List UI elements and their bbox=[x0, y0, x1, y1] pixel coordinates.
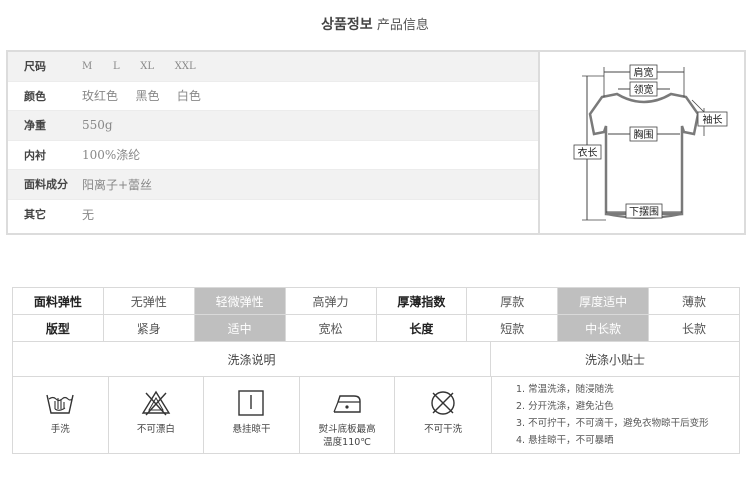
attr-option: 长款 bbox=[648, 314, 740, 342]
care-item-no-bleach: 不可漂白 bbox=[109, 377, 205, 453]
title-korean: 상품정보 bbox=[321, 17, 373, 33]
product-info-panel: 尺码 M L XL XXL 颜色 玫红色 黑色 白色 净重 550g 内衬 10… bbox=[6, 50, 746, 235]
size-diagram: 肩宽 领宽 袖长 胸围 衣长 下摆围 bbox=[542, 52, 744, 233]
info-key: 内衬 bbox=[24, 148, 46, 162]
attr-option-selected: 中长款 bbox=[557, 314, 650, 342]
attributes-row-elasticity: 面料弹性 无弹性 轻微弹性 高弹力 厚薄指数 厚款 厚度适中 薄款 bbox=[12, 287, 740, 315]
attr-option: 厚款 bbox=[466, 287, 559, 315]
info-row-other: 其它 无 bbox=[8, 200, 538, 230]
info-key: 净重 bbox=[24, 119, 46, 133]
wash-tip: 1. 常温洗涤，随浸随洗 bbox=[516, 384, 614, 395]
care-label: 不可漂白 bbox=[136, 424, 175, 435]
attr-option: 薄款 bbox=[648, 287, 740, 315]
care-item-hand-wash: 手洗 bbox=[13, 377, 109, 453]
care-label: 不可干洗 bbox=[424, 424, 463, 435]
attr-option-selected: 厚度适中 bbox=[557, 287, 650, 315]
attr-header-length: 长度 bbox=[375, 314, 468, 342]
info-row-weight: 净重 550g bbox=[8, 111, 538, 141]
iron-icon bbox=[333, 395, 361, 413]
no-bleach-icon bbox=[141, 390, 171, 416]
attr-header-fit: 版型 bbox=[12, 314, 104, 342]
wash-instructions-title: 洗涤说明 bbox=[13, 342, 491, 377]
care-item-no-dry-clean: 不可干洗 bbox=[395, 377, 491, 453]
info-row-lining: 内衬 100%涤纶 bbox=[8, 141, 538, 170]
attr-option-selected: 轻微弹性 bbox=[193, 287, 286, 315]
label-length: 衣长 bbox=[578, 146, 598, 159]
info-key: 其它 bbox=[24, 208, 46, 222]
attr-option: 高弹力 bbox=[284, 287, 377, 315]
no-dry-clean-icon bbox=[431, 391, 455, 415]
info-row-color: 颜色 玫红色 黑色 白色 bbox=[8, 82, 538, 111]
care-label: 熨斗底板最高 温度110℃ bbox=[300, 423, 395, 449]
label-chest: 胸围 bbox=[634, 128, 654, 141]
care-icons-row: 手洗 不可漂白 悬挂晾干 熨斗底板最高 温度110℃ 不可干洗 bbox=[13, 377, 491, 453]
panel-divider bbox=[538, 52, 540, 233]
care-item-hang-dry: 悬挂晾干 bbox=[204, 377, 300, 453]
info-key: 颜色 bbox=[24, 89, 46, 103]
attributes-table: 面料弹性 无弹性 轻微弹性 高弹力 厚薄指数 厚款 厚度适中 薄款 版型 紧身 … bbox=[12, 287, 740, 342]
hand-wash-icon bbox=[46, 394, 74, 414]
wash-tip: 4. 悬挂晾干，不可暴晒 bbox=[516, 435, 614, 446]
info-value: 无 bbox=[82, 207, 95, 222]
attr-option: 短款 bbox=[466, 314, 559, 342]
page-title: 상품정보 产品信息 bbox=[0, 14, 750, 34]
care-label: 手洗 bbox=[50, 424, 70, 435]
info-value: 100%涤纶 bbox=[82, 148, 141, 163]
attr-header-elasticity: 面料弹性 bbox=[12, 287, 104, 315]
care-item-iron: 熨斗底板最高 温度110℃ bbox=[300, 377, 396, 453]
attributes-row-fit: 版型 紧身 适中 宽松 长度 短款 中长款 长款 bbox=[12, 314, 740, 342]
label-hem: 下摆围 bbox=[629, 205, 659, 218]
label-collar: 领宽 bbox=[634, 83, 654, 96]
hang-dry-icon bbox=[238, 390, 265, 416]
product-info-table: 尺码 M L XL XXL 颜色 玫红色 黑色 白色 净重 550g 内衬 10… bbox=[8, 52, 538, 229]
care-instructions: 洗涤说明 洗涤小贴士 手洗 不可漂白 悬挂晾干 熨斗底板最高 温度110℃ 不可… bbox=[12, 341, 740, 454]
wash-tips-title: 洗涤小贴士 bbox=[491, 342, 739, 377]
info-row-size: 尺码 M L XL XXL bbox=[8, 52, 538, 82]
info-value: M L XL XXL bbox=[82, 60, 196, 72]
tshirt-diagram-icon: 肩宽 领宽 袖长 胸围 衣长 下摆围 bbox=[546, 56, 742, 230]
attr-option-selected: 适中 bbox=[193, 314, 286, 342]
attr-option: 无弹性 bbox=[102, 287, 195, 315]
info-value: 玫红色 黑色 白色 bbox=[82, 89, 201, 104]
care-label: 悬挂晾干 bbox=[232, 424, 271, 435]
attr-option: 紧身 bbox=[102, 314, 195, 342]
info-value: 阳离子+蕾丝 bbox=[82, 177, 153, 192]
info-row-fabric: 面料成分 阳离子+蕾丝 bbox=[8, 170, 538, 200]
label-sleeve: 袖长 bbox=[703, 113, 723, 126]
info-key: 面料成分 bbox=[24, 178, 68, 192]
attr-option: 宽松 bbox=[284, 314, 377, 342]
wash-tip: 3. 不可拧干，不可滴干，避免衣物晾干后变形 bbox=[516, 418, 709, 429]
title-chinese: 产品信息 bbox=[376, 18, 429, 33]
wash-tip: 2. 分开洗涤，避免沾色 bbox=[516, 401, 614, 412]
care-label-line2: 温度110℃ bbox=[323, 437, 371, 448]
info-key: 尺码 bbox=[24, 60, 46, 74]
care-label-line1: 熨斗底板最高 bbox=[318, 424, 376, 435]
info-value: 550g bbox=[82, 118, 113, 133]
wash-tips-list: 1. 常温洗涤，随浸随洗 2. 分开洗涤，避免沾色 3. 不可拧干，不可滴干，避… bbox=[491, 377, 739, 453]
attr-header-thickness: 厚薄指数 bbox=[375, 287, 468, 315]
label-shoulder: 肩宽 bbox=[634, 66, 654, 79]
